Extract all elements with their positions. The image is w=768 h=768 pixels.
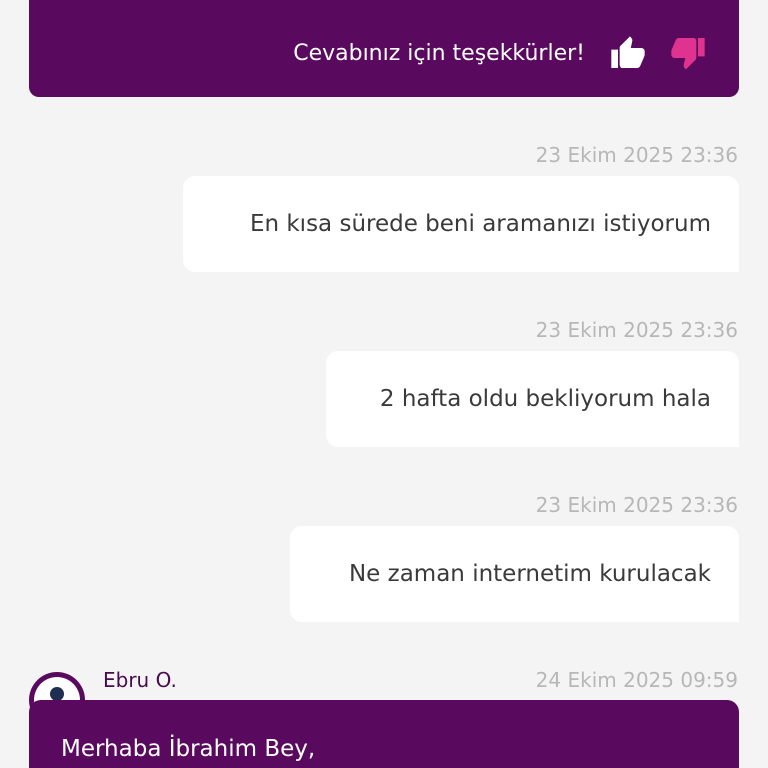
agent-name: Ebru O. [103,668,177,692]
chat-screen: Cevabınız için teşekkürler! 23 Ekim 2025… [0,0,768,768]
message-timestamp: 23 Ekim 2025 23:36 [535,143,738,167]
agent-message-text: Merhaba İbrahim Bey, [61,736,316,762]
agent-message-bubble-previous: Cevabınız için teşekkürler! [29,0,739,97]
user-message-bubble: Ne zaman internetim kurulacak [290,526,739,622]
message-timestamp: 23 Ekim 2025 23:36 [535,318,738,342]
user-message-text: 2 hafta oldu bekliyorum hala [379,386,711,412]
user-message-text: Ne zaman internetim kurulacak [348,561,711,587]
thumbs-down-icon[interactable] [667,32,709,74]
user-message-bubble: 2 hafta oldu bekliyorum hala [326,351,739,447]
feedback-row: Cevabınız için teşekkürler! [293,28,709,78]
thumbs-up-icon[interactable] [607,32,649,74]
user-message-text: En kısa sürede beni aramanızı istiyorum [249,211,711,237]
message-timestamp: 23 Ekim 2025 23:36 [535,493,738,517]
agent-message-bubble: Merhaba İbrahim Bey, [29,700,739,768]
agent-message-timestamp: 24 Ekim 2025 09:59 [535,668,738,692]
feedback-text: Cevabınız için teşekkürler! [293,40,585,66]
user-message-bubble: En kısa sürede beni aramanızı istiyorum [183,176,739,272]
